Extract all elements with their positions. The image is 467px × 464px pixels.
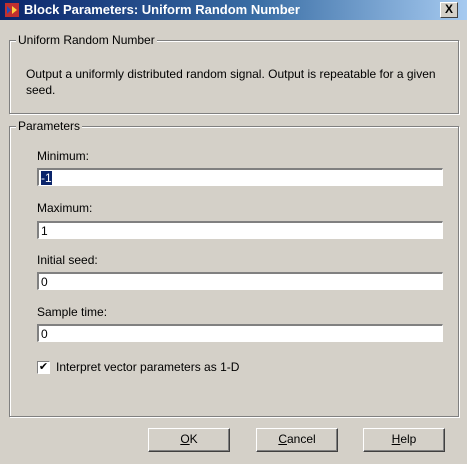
maximum-label: Maximum: xyxy=(37,201,93,215)
interpret-vector-checkbox[interactable]: ✔ xyxy=(37,361,50,374)
sample-time-label: Sample time: xyxy=(37,305,108,319)
help-button[interactable]: Help xyxy=(363,428,445,452)
block-description: Output a uniformly distributed random si… xyxy=(26,67,436,97)
sample-time-field[interactable]: 0 xyxy=(37,324,443,342)
close-button[interactable]: X xyxy=(440,2,458,18)
block-description-legend: Uniform Random Number xyxy=(16,33,157,47)
title-bar[interactable]: Block Parameters: Uniform Random Number … xyxy=(0,0,467,20)
maximum-value: 1 xyxy=(41,224,48,238)
minimum-value: -1 xyxy=(41,171,52,185)
sample-time-value: 0 xyxy=(41,327,48,341)
parameters-legend: Parameters xyxy=(16,119,83,133)
initial-seed-value: 0 xyxy=(41,275,48,289)
simulink-block-icon xyxy=(5,3,19,17)
maximum-field[interactable]: 1 xyxy=(37,221,443,239)
initial-seed-label: Initial seed: xyxy=(37,253,98,267)
checkmark-icon: ✔ xyxy=(38,361,49,373)
window-title: Block Parameters: Uniform Random Number xyxy=(24,2,300,17)
minimum-label: Minimum: xyxy=(37,149,90,163)
block-description-group: Uniform Random Number Output a uniformly… xyxy=(9,33,459,114)
initial-seed-field[interactable]: 0 xyxy=(37,272,443,290)
minimum-field[interactable]: -1 xyxy=(37,168,443,186)
interpret-vector-label[interactable]: Interpret vector parameters as 1-D xyxy=(56,360,239,374)
cancel-button[interactable]: Cancel xyxy=(256,428,338,452)
ok-button[interactable]: OK xyxy=(148,428,230,452)
